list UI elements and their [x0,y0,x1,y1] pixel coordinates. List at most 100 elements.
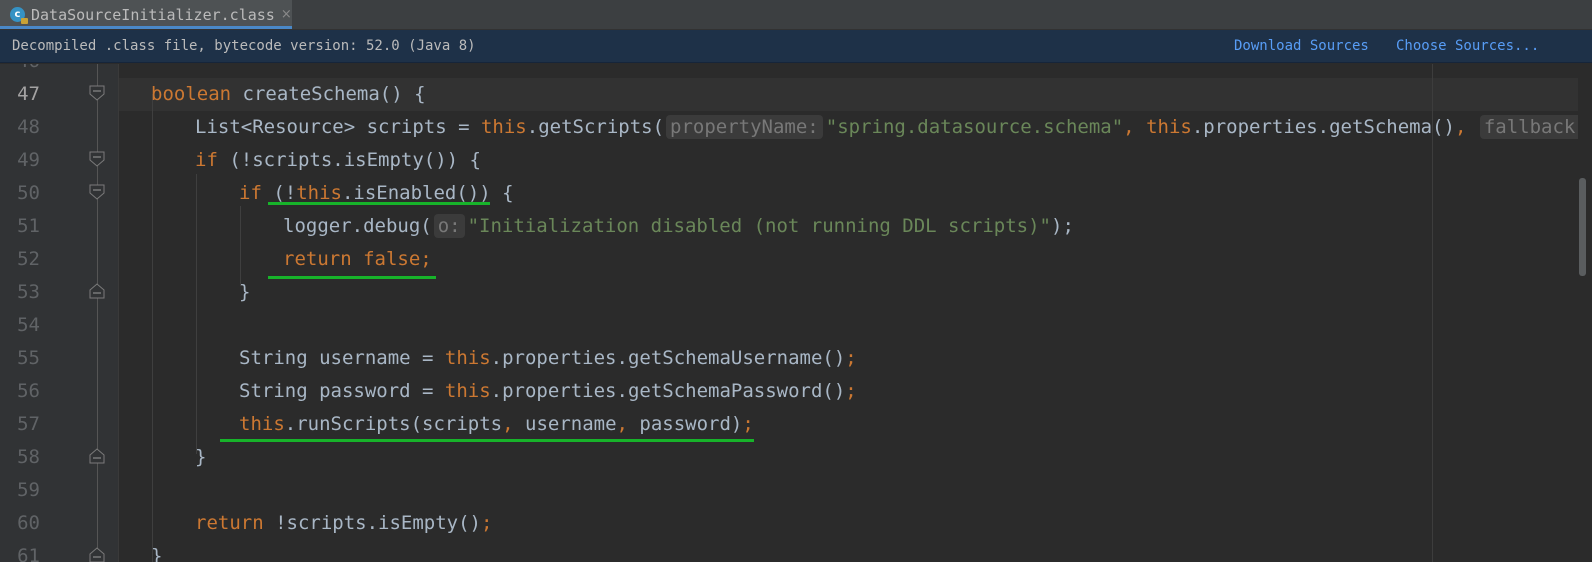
code-token: String password = [239,380,445,402]
line-number: 55 [17,347,40,369]
code-token: createSchema() { [231,83,426,105]
code-line: 50 if (!this.isEnabled()) { [0,177,1592,210]
comma: , [1454,116,1478,138]
code-line: 58 } [0,441,1592,474]
parameter-hint: o: [433,214,465,238]
code-text: String username = this.properties.getSch… [239,342,857,375]
code-text: if (!scripts.isEmpty()) { [195,144,481,177]
line-number: 54 [17,314,40,336]
code-token: ); [1051,215,1074,237]
semicolon: ; [845,380,857,402]
keyword: this [480,116,527,138]
code-line: 57 this.runScripts(scripts, username, pa… [0,408,1592,441]
fold-end-icon[interactable] [89,448,105,464]
code-token: !scripts.isEmpty() [263,512,481,534]
keyword: if [195,149,218,171]
active-tab-indicator [0,26,292,29]
code-token: .runScripts(scripts [284,413,503,435]
code-line: 60 return !scripts.isEmpty(); [0,507,1592,540]
code-token: password) [639,413,743,435]
code-text: boolean createSchema() { [151,78,426,111]
highlight-underline [268,202,490,205]
code-text: } [151,545,163,562]
fold-collapse-icon[interactable] [89,151,105,167]
fold-end-icon[interactable] [89,547,105,562]
code-editor[interactable]: 46 47 boolean createSchema() { 48 List<R… [0,64,1592,562]
line-number: 51 [17,215,40,237]
choose-sources-link[interactable]: Choose Sources... [1396,38,1539,54]
string-literal: "spring.datasource.schema" [825,116,1124,138]
code-line: 55 String username = this.properties.get… [0,342,1592,375]
code-line: 48 List<Resource> scripts = this.getScri… [0,111,1592,144]
line-number: 53 [17,281,40,303]
semicolon: ; [742,413,754,435]
code-token: .properties.getSchemaUsername() [490,347,846,369]
code-text: String password = this.properties.getSch… [239,375,857,408]
code-line: 61 } [0,540,1592,562]
code-line: 53 } [0,276,1592,309]
editor-tab[interactable]: c DataSourceInitializer.class × [0,0,292,29]
code-token: (!scripts.isEmpty()) { [217,149,481,171]
code-text: logger.debug(o: "Initialization disabled … [283,210,1074,243]
download-sources-link[interactable]: Download Sources [1234,38,1369,54]
line-number: 59 [17,479,40,501]
code-token: logger.debug( [283,215,432,237]
class-file-icon: c [10,7,28,24]
keyword: this [296,182,342,204]
line-number: 56 [17,380,40,402]
keyword: this [239,413,285,435]
keyword: return [195,512,264,534]
keyword: this [444,380,491,402]
decompiled-banner: Decompiled .class file, bytecode version… [0,30,1592,63]
scrollbar-thumb[interactable] [1579,178,1586,276]
string-literal: "Initialization disabled (not running DD… [467,215,1051,237]
code-line: 52 return false; [0,243,1592,276]
code-token: .properties.getSchema() [1191,116,1455,138]
code-text: List<Resource> scripts = this.getScripts… [195,111,1592,144]
code-text: this.runScripts(scripts, username, passw… [239,408,754,441]
code-token: (! [261,182,297,204]
code-line: 54 [0,309,1592,342]
code-text: return !scripts.isEmpty(); [195,507,492,540]
line-number: 46 [0,64,40,78]
comma: , [502,413,525,435]
keyword: this [444,347,491,369]
line-number: 47 [17,83,40,105]
code-token: String username = [239,347,445,369]
line-number: 49 [17,149,40,171]
line-number: 57 [17,413,40,435]
fold-end-icon[interactable] [89,283,105,299]
line-number: 52 [17,248,40,270]
keyword: boolean [151,83,232,105]
code-text: return false; [283,248,432,270]
code-token: .getScripts( [526,116,665,138]
close-icon[interactable]: × [281,7,292,22]
code-line: 59 [0,474,1592,507]
code-line: 56 String password = this.properties.get… [0,375,1592,408]
line-number: 61 [17,545,40,562]
semicolon: ; [480,512,493,534]
fold-collapse-icon[interactable] [89,184,105,200]
parameter-hint: fallback: [1479,115,1591,139]
code-line: 49 if (!scripts.isEmpty()) { [0,144,1592,177]
code-text: } [239,281,251,303]
editor-tab-bar: c DataSourceInitializer.class × [0,0,1592,30]
line-number: 58 [17,446,40,468]
code-token: .isEnabled()) { [341,182,514,204]
line-number: 60 [17,512,40,534]
code-line: 51 logger.debug(o: "Initialization disabl… [0,210,1592,243]
fold-collapse-icon[interactable] [89,85,105,101]
comma: , [616,413,640,435]
parameter-hint: propertyName: [666,115,823,139]
vertical-scrollbar[interactable] [1578,64,1592,562]
code-text: } [195,446,207,468]
code-line: 47 boolean createSchema() { [0,78,1592,111]
semicolon: ; [845,347,857,369]
code-line: 46 [0,64,1592,78]
line-number: 50 [17,182,40,204]
code-token: List<Resource> scripts = [195,116,481,138]
line-number: 48 [17,116,40,138]
tab-title: DataSourceInitializer.class [31,5,275,24]
code-token: username [525,413,617,435]
comma: , [1123,116,1147,138]
